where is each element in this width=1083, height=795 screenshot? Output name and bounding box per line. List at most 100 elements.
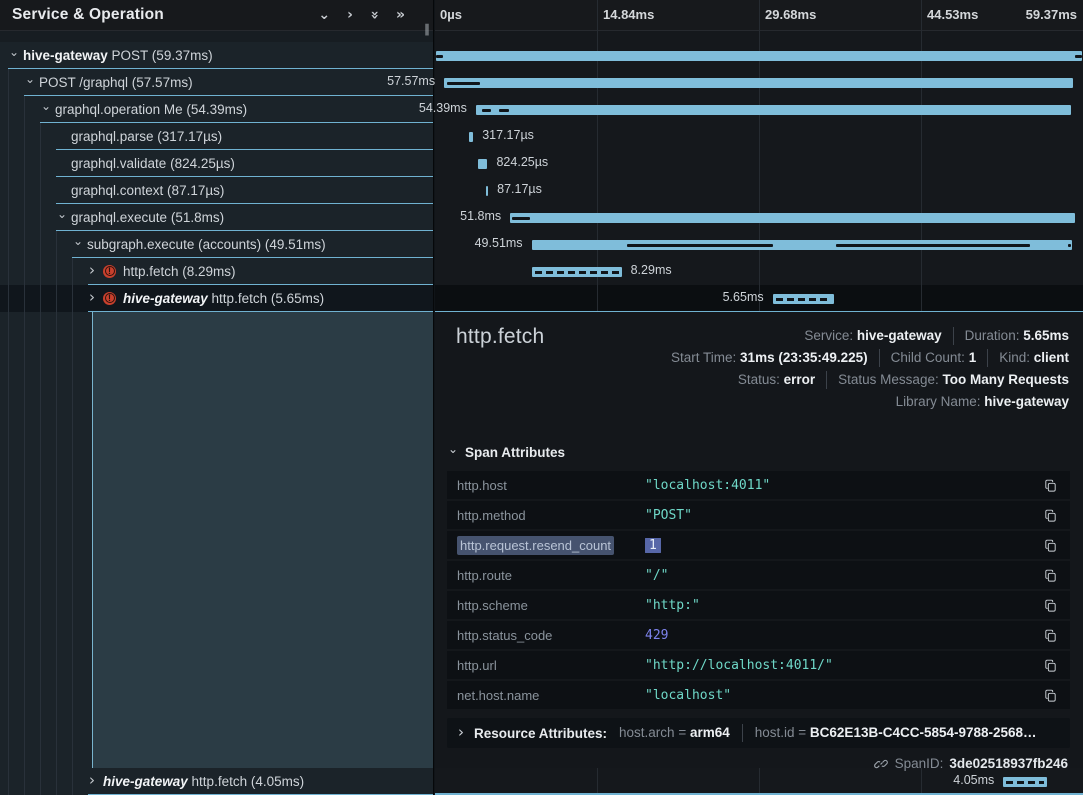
chevron-down-icon[interactable] (8, 49, 23, 61)
indent-guide (8, 231, 24, 258)
panel-resize-handle[interactable]: ∥ (424, 22, 431, 36)
span-bar[interactable] (773, 294, 834, 304)
copy-icon[interactable] (1040, 475, 1060, 495)
span-label: subgraph.execute (accounts) (49.51ms) (87, 237, 326, 252)
span-detail-panel: http.fetch Service: hive-gatewayDuration… (435, 312, 1083, 768)
collapse-one-icon[interactable]: ⌄ (318, 8, 330, 22)
copy-icon[interactable] (1040, 655, 1060, 675)
span-bar[interactable] (476, 105, 1071, 115)
chevron-right-icon[interactable] (88, 264, 103, 279)
chevron-down-icon[interactable] (56, 211, 71, 223)
attribute-key: net.host.name (457, 688, 645, 703)
indent-guide (40, 258, 56, 285)
expand-one-icon[interactable]: › (347, 8, 353, 22)
bar-duration-label: 4.05ms (953, 773, 994, 787)
ruler-tick: 44.53ms (927, 7, 978, 22)
tree-row[interactable]: hive-gateway http.fetch (5.65ms) (0, 285, 433, 312)
bar-child-dashes (535, 271, 618, 274)
span-bar[interactable] (444, 78, 1073, 88)
indent-guide (8, 258, 24, 285)
indent-guide (24, 285, 40, 312)
attribute-value: "POST" (645, 508, 1040, 523)
span-attributes-header[interactable]: Span Attributes (447, 440, 1070, 464)
link-icon[interactable] (874, 756, 889, 771)
chevron-right-icon[interactable] (88, 774, 103, 789)
span-bar[interactable] (510, 213, 1075, 223)
span-bar[interactable] (469, 132, 474, 142)
attribute-row[interactable]: http.status_code429 (447, 621, 1070, 649)
span-bar[interactable] (486, 186, 488, 196)
indent-guide (40, 231, 56, 258)
indent-guide (24, 231, 40, 258)
attribute-row[interactable]: http.route"/" (447, 561, 1070, 589)
resource-attributes-row[interactable]: Resource Attributes: host.arch = arm64ho… (447, 718, 1070, 748)
span-label: graphql.operation Me (54.39ms) (55, 102, 247, 117)
span-bar[interactable] (436, 51, 1083, 61)
tree-row[interactable]: graphql.context (87.17µs) (0, 177, 433, 204)
collapse-all-icon[interactable]: » (367, 10, 381, 19)
span-bar[interactable] (1003, 777, 1047, 787)
chevron-down-icon[interactable] (40, 103, 55, 115)
attribute-row[interactable]: http.request.resend_count1 (447, 531, 1070, 559)
indent-guide (24, 123, 40, 150)
tree-row[interactable]: POST /graphql (57.57ms) (0, 69, 433, 96)
span-bar[interactable] (478, 159, 488, 169)
bar-child-dashes (1006, 781, 1044, 784)
indent-guide (24, 96, 40, 123)
chevron-right-icon[interactable] (88, 291, 103, 306)
bar-duration-label: 317.17µs (482, 128, 534, 142)
indent-guide (8, 69, 24, 96)
indent-guide (8, 204, 24, 231)
meta-pair: Status: error (738, 371, 815, 389)
copy-icon[interactable] (1040, 625, 1060, 645)
copy-icon[interactable] (1040, 505, 1060, 525)
indent-guide (8, 177, 24, 204)
attribute-value: "localhost" (645, 688, 1040, 703)
indent-guide (40, 204, 56, 231)
expand-all-icon[interactable]: » (396, 8, 405, 22)
tree-row[interactable]: graphql.validate (824.25µs) (0, 150, 433, 177)
tree-row[interactable]: http.fetch (8.29ms) (0, 258, 433, 285)
attribute-row[interactable]: http.url"http://localhost:4011/" (447, 651, 1070, 679)
attribute-value: "http:" (645, 598, 1040, 613)
chevron-down-icon[interactable] (24, 76, 39, 88)
span-label: graphql.execute (51.8ms) (71, 210, 224, 225)
copy-icon[interactable] (1040, 535, 1060, 555)
bar-child-mark (499, 109, 509, 112)
bar-duration-label: 5.65ms (723, 290, 764, 304)
attribute-row[interactable]: net.host.name"localhost" (447, 681, 1070, 709)
bar-duration-label: 8.29ms (631, 263, 672, 277)
tree-row[interactable]: graphql.execute (51.8ms) (0, 204, 433, 231)
meta-pair: Kind: client (987, 349, 1069, 367)
meta-line: Service: hive-gatewayDuration: 5.65ms (671, 325, 1069, 347)
indent-guide (8, 150, 24, 177)
tree-row[interactable]: hive-gateway POST (59.37ms) (0, 42, 433, 69)
bar-child-dashes (776, 298, 831, 301)
indent-guide (24, 768, 40, 795)
attribute-row[interactable]: http.host"localhost:4011" (447, 471, 1070, 499)
meta-pair: Duration: 5.65ms (953, 327, 1069, 345)
attribute-row[interactable]: http.method"POST" (447, 501, 1070, 529)
error-icon (103, 265, 116, 278)
indent-guide (8, 768, 24, 795)
tree-row[interactable]: graphql.parse (317.17µs) (0, 123, 433, 150)
tree-row[interactable]: subgraph.execute (accounts) (49.51ms) (0, 231, 433, 258)
span-bar[interactable] (532, 267, 621, 277)
copy-icon[interactable] (1040, 685, 1060, 705)
span-label: hive-gateway http.fetch (4.05ms) (103, 774, 304, 789)
span-tree-panel: Service & Operation ⌄ › » » hive-gateway… (0, 0, 434, 795)
copy-icon[interactable] (1040, 595, 1060, 615)
indent-guide (24, 177, 40, 204)
tree-row[interactable]: graphql.operation Me (54.39ms) (0, 96, 433, 123)
bar-duration-label: 51.8ms (460, 209, 501, 223)
attribute-row[interactable]: http.scheme"http:" (447, 591, 1070, 619)
span-id-row: SpanID: 3de02518937fb246 (447, 756, 1070, 771)
attribute-value: "http://localhost:4011/" (645, 658, 1040, 673)
indent-guide (8, 123, 24, 150)
span-id-value: 3de02518937fb246 (949, 756, 1068, 771)
bar-child-mark (436, 55, 443, 58)
chevron-down-icon[interactable] (72, 238, 87, 250)
copy-icon[interactable] (1040, 565, 1060, 585)
indent-guide (40, 312, 41, 768)
tree-row[interactable]: hive-gateway http.fetch (4.05ms) (0, 768, 433, 795)
